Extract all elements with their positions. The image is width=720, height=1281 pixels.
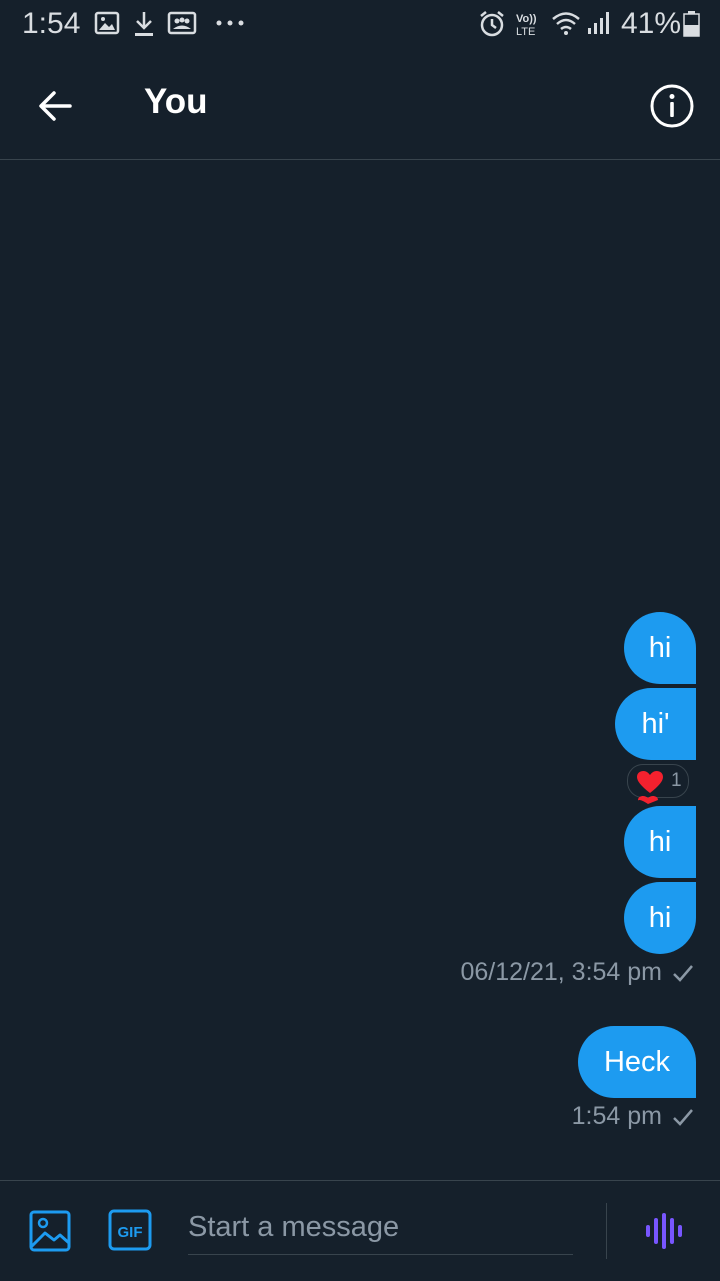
message-text: hi': [641, 707, 670, 740]
message-text: hi: [648, 825, 672, 858]
message-bubble[interactable]: hi: [624, 882, 696, 954]
info-icon[interactable]: [648, 82, 696, 130]
conversation-title: You: [144, 82, 208, 121]
media-icon[interactable]: [28, 1209, 72, 1253]
svg-text:Vo)): Vo)): [516, 13, 537, 25]
conversation-header: You: [0, 50, 720, 160]
image-icon: [94, 11, 120, 35]
gif-button[interactable]: GIF: [108, 1209, 152, 1251]
message-text: Heck: [603, 1045, 671, 1078]
composer-divider: [606, 1203, 607, 1259]
reaction-count: 1: [671, 770, 682, 791]
gif-label: GIF: [118, 1224, 143, 1241]
signal-icon: [588, 12, 609, 34]
reaction-badge[interactable]: 1: [627, 764, 689, 798]
heart-icon: [638, 796, 658, 804]
message-bubble[interactable]: hi: [624, 806, 696, 878]
download-icon: [135, 12, 153, 36]
wifi-icon: [552, 12, 580, 35]
status-bar: 1:54 Vo)) LTE 41%: [0, 0, 720, 50]
message-input-wrapper: [188, 1201, 573, 1255]
more-dots-icon: [216, 20, 244, 26]
sent-check-icon: [673, 964, 693, 982]
volte-icon: Vo)) LTE: [516, 13, 537, 38]
message-meta: 1:54 pm: [572, 1102, 694, 1131]
message-bubble[interactable]: hi: [624, 612, 696, 684]
message-text: hi: [648, 631, 672, 664]
message-timestamp: 1:54 pm: [571, 1102, 662, 1130]
people-icon: [167, 11, 197, 35]
svg-text:LTE: LTE: [516, 26, 535, 38]
voice-message-icon[interactable]: [642, 1211, 686, 1251]
battery-percent: 41%: [621, 7, 682, 40]
message-bubble[interactable]: hi': [615, 688, 696, 760]
message-composer: GIF: [0, 1180, 720, 1281]
message-timestamp: 06/12/21, 3:54 pm: [460, 958, 662, 986]
alarm-icon: [480, 11, 504, 37]
message-input[interactable]: [188, 1201, 573, 1254]
message-bubble[interactable]: Heck: [578, 1026, 696, 1098]
heart-reaction-icon: [637, 771, 663, 793]
sent-check-icon: [673, 1108, 693, 1126]
back-arrow-icon[interactable]: [32, 82, 80, 130]
battery-icon: [683, 11, 700, 37]
message-text: hi: [648, 901, 672, 934]
status-time: 1:54: [22, 7, 81, 40]
message-meta: 06/12/21, 3:54 pm: [460, 958, 694, 987]
gif-icon: GIF: [108, 1209, 152, 1251]
